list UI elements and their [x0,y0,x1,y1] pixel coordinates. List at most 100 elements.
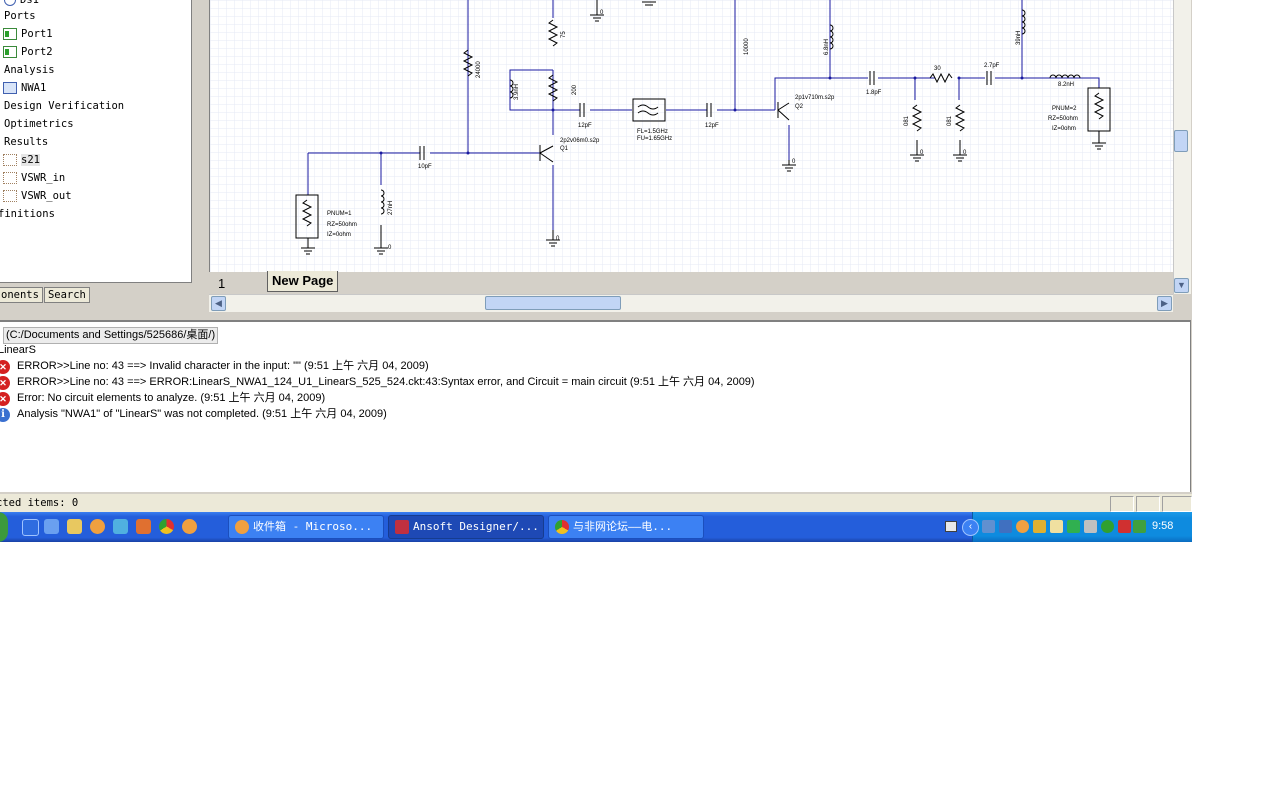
label-port1-rz: RZ=50ohm [327,222,357,228]
chevron-down-icon: ▼ [1177,280,1186,290]
label-c-12pf-a: 12pF [578,123,592,129]
chrome-icon [555,520,569,534]
label-port1-pnum: PNUM=1 [327,211,352,217]
message-info-1[interactable]: Analysis "NWA1" of "LinearS" was not com… [17,407,387,422]
task-inbox[interactable]: 收件箱 - Microso... [228,515,384,539]
error-icon: ✕ [0,392,10,406]
error-icon: ✕ [0,360,10,374]
task-ansoft-designer[interactable]: Ansoft Designer/... [388,515,544,539]
status-panel [1136,496,1160,512]
message-error-2[interactable]: ERROR>>Line no: 43 ==> ERROR:LinearS_NWA… [17,375,755,390]
vertical-scroll-thumb[interactable] [1174,130,1188,152]
error-icon: ✕ [0,376,10,390]
screen: Ds1 Ports Port1 Port2 Analysis NWA1 Desi… [0,0,1192,542]
label-r-24000: 24000 [476,61,482,78]
desktop-icon[interactable] [44,519,59,534]
scroll-right-button[interactable]: ▶ [1157,296,1172,311]
horizontal-scroll-thumb[interactable] [485,296,621,310]
chat-icon[interactable] [1050,520,1063,533]
page-number: 1 [218,276,226,291]
clock[interactable]: 9:58 [1152,520,1173,532]
tree-folder-design-verification[interactable]: Design Verification [4,98,124,114]
scroll-down-button[interactable]: ▼ [1174,278,1189,293]
tree-item-s21[interactable]: s21 [3,152,40,168]
mail-icon [235,520,249,534]
label-r-30: 30 [934,66,941,72]
tree-folder-optimetrics[interactable]: Optimetrics [4,116,74,132]
tree-item-port1[interactable]: Port1 [3,26,53,42]
project-tabs: onents Search [0,287,91,303]
label-q1-name: Q1 [560,146,569,152]
tree-item-nwa1[interactable]: NWA1 [3,80,46,96]
tab-components[interactable]: onents [0,287,43,303]
tree-folder-definitions[interactable]: finitions [0,206,55,222]
info-icon: i [0,408,10,422]
report-icon [3,172,17,184]
selected-items-count: cted items: 0 [0,497,79,509]
label-r-081b: 081 [947,115,953,126]
chevron-left-icon: ◀ [215,298,222,308]
message-error-1[interactable]: ERROR>>Line no: 43 ==> Invalid character… [17,359,429,374]
chevron-left-icon[interactable]: ‹ [962,519,979,536]
status-bar: cted items: 0 [0,494,1192,512]
label-q1-model: 2p2v06m0.s2p [560,138,600,144]
label-port2-rz: RZ=50ohm [1048,116,1078,122]
tab-new-page[interactable]: New Page [267,271,339,292]
label-c-2-7pf: 2.7pF [984,63,1000,69]
splitter[interactable] [199,0,209,312]
label-l-39nh: 39nH [1016,31,1022,45]
ansoft-icon [395,520,409,534]
analysis-icon [3,82,17,94]
report-icon [3,154,17,166]
tree-folder-ports[interactable]: Ports [4,8,36,24]
status-panel [1162,496,1192,512]
tree-item-vswr-in[interactable]: VSWR_in [3,170,65,186]
horizontal-scrollbar[interactable] [209,294,1173,312]
tree-item-partial[interactable]: Ds1 [4,0,39,8]
label-l-27nh: 27nH [388,201,394,215]
network-icon[interactable] [999,520,1012,533]
wifi-icon[interactable] [1101,520,1114,533]
circuit-icon [4,0,16,6]
label-q2-name: Q2 [795,104,804,110]
internet-explorer-icon[interactable] [22,519,39,536]
schematic-canvas[interactable]: 24000 75 200 3.9nH 10000 6.8nH 39nH 8.2n… [209,0,1174,272]
project-path[interactable]: (C:/Documents and Settings/525686/桌面/) [3,327,219,344]
label-l-6-8nh: 6.8nH [824,39,830,55]
qq-icon[interactable] [90,519,105,534]
grid [210,0,1174,272]
label-r-081a: 081 [904,115,910,126]
tool-icon[interactable] [1084,520,1097,533]
label-r-10000: 10000 [744,38,750,55]
folder-icon[interactable] [67,519,82,534]
tree-item-vswr-out[interactable]: VSWR_out [3,188,72,204]
scroll-left-button[interactable]: ◀ [211,296,226,311]
app-icon[interactable] [1118,520,1131,533]
tab-search[interactable]: Search [43,287,90,303]
project-tree: Ds1 Ports Port1 Port2 Analysis NWA1 Desi… [0,0,192,283]
message-error-3[interactable]: Error: No circuit elements to analyze. (… [17,391,325,406]
port-icon [3,28,17,40]
chrome-icon[interactable] [159,519,174,534]
shield-icon[interactable] [1067,520,1080,533]
mail-icon[interactable] [1016,520,1029,533]
messenger-icon[interactable] [1033,520,1046,533]
tree-folder-results[interactable]: Results [4,134,48,150]
label-l-8-2nh: 8.2nH [1058,82,1074,88]
message-window: (C:/Documents and Settings/525686/桌面/) L… [0,320,1191,492]
volume-icon[interactable] [982,520,995,533]
label-l-3-9nh: 3.9nH [514,84,520,100]
monitor-icon[interactable] [1133,520,1146,533]
label-filter-fu: FU=1.65GHz [637,136,672,142]
page-bar [210,272,1173,294]
security-icon[interactable] [136,519,151,534]
port-icon [3,46,17,58]
tree-folder-analysis[interactable]: Analysis [4,62,55,78]
schematic-drawing: 24000 75 200 3.9nH 10000 6.8nH 39nH 8.2n… [210,0,1174,272]
task-forum[interactable]: 与非网论坛——电... [548,515,704,539]
network-icon[interactable] [113,519,128,534]
tree-item-port2[interactable]: Port2 [3,44,53,60]
keyboard-icon[interactable] [945,521,957,532]
chevron-right-icon: ▶ [1161,298,1168,308]
mail-icon[interactable] [182,519,197,534]
